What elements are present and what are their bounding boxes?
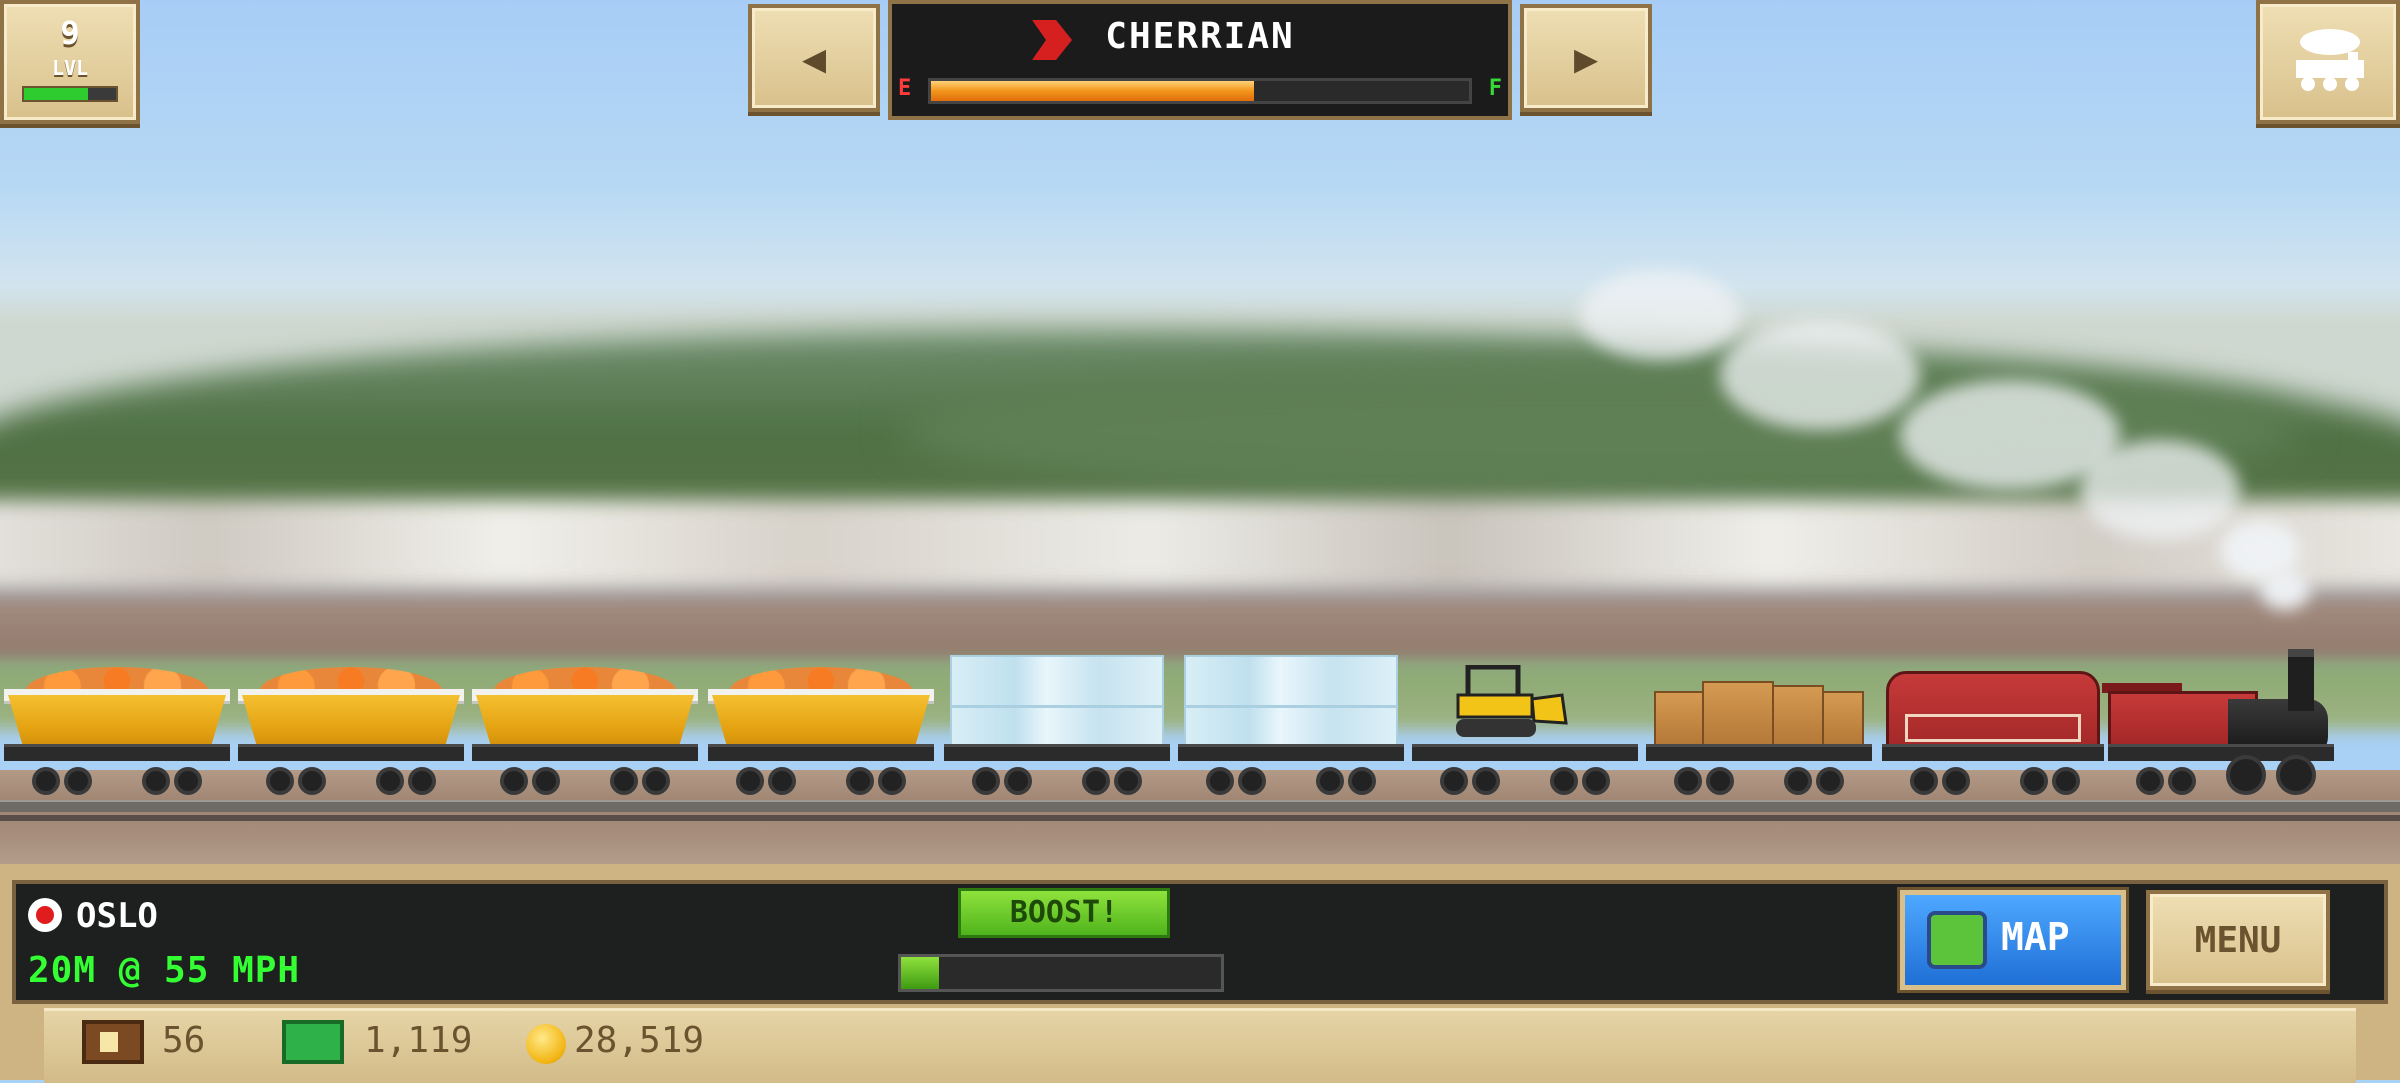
- ore-hopper-car[interactable]: [708, 655, 934, 795]
- destination-station: OSLO: [76, 896, 158, 936]
- trains-button[interactable]: [2256, 0, 2400, 124]
- left-arrow-icon: ◀: [801, 36, 827, 82]
- map-icon: [1927, 911, 1987, 969]
- train-icon: [2296, 29, 2364, 91]
- cliffs-background: [0, 500, 2400, 595]
- distance-speed-readout: 20M @ 55 MPH: [28, 950, 301, 991]
- smoke-puff: [2080, 440, 2240, 540]
- crate-flatcar[interactable]: [1646, 655, 1872, 795]
- coal-tender-car[interactable]: [1882, 655, 2104, 795]
- level-badge[interactable]: 9 LVL: [0, 0, 140, 124]
- train-name-panel: CHERRIAN E F: [888, 0, 1512, 120]
- smoke-puff: [2260, 570, 2310, 610]
- right-arrow-icon: ▶: [1573, 36, 1599, 82]
- prev-train-button[interactable]: ◀: [748, 4, 880, 112]
- level-label: LVL: [51, 56, 89, 80]
- fuel-full-label: F: [1488, 76, 1502, 101]
- crate-icon: [82, 1020, 144, 1064]
- menu-button[interactable]: MENU: [2146, 890, 2330, 990]
- ore-hopper-car[interactable]: [472, 655, 698, 795]
- level-number: 9: [60, 14, 80, 52]
- smoke-puff: [1720, 320, 1920, 430]
- ice-block-car[interactable]: [1178, 655, 1404, 795]
- boost-meter: [898, 954, 1224, 992]
- train-name: CHERRIAN: [1105, 16, 1295, 57]
- ice-block-car[interactable]: [944, 655, 1170, 795]
- fuel-empty-label: E: [898, 76, 912, 101]
- boost-meter-fill: [901, 957, 940, 989]
- level-progress-bar: [22, 86, 118, 102]
- cash-amount: 1,119: [364, 1020, 473, 1061]
- bulldozer-icon: [1456, 665, 1568, 737]
- next-train-button[interactable]: ▶: [1520, 4, 1652, 112]
- map-button-label: MAP: [2001, 915, 2070, 959]
- cash-icon: [282, 1020, 344, 1064]
- fuel-gauge-fill: [931, 81, 1254, 101]
- boost-button[interactable]: BOOST!: [958, 888, 1170, 938]
- station-marker-icon: [28, 898, 62, 932]
- coins-amount: 28,519: [574, 1020, 705, 1061]
- map-button[interactable]: MAP: [1900, 890, 2126, 990]
- ore-hopper-car[interactable]: [238, 655, 464, 795]
- rail-track: [0, 800, 2400, 812]
- smoke-puff: [1580, 270, 1740, 360]
- ore-hopper-car[interactable]: [4, 655, 230, 795]
- train-selector: ◀ CHERRIAN E F ▶: [748, 0, 1652, 124]
- bulldozer-flatcar[interactable]: [1412, 655, 1638, 795]
- rail-sleepers: [0, 815, 2400, 821]
- crates-count: 56: [162, 1020, 206, 1061]
- level-progress-fill: [24, 88, 89, 100]
- coin-icon: [526, 1024, 566, 1064]
- menu-button-label: MENU: [2194, 920, 2282, 961]
- fuel-gauge: [928, 78, 1472, 104]
- steam-locomotive[interactable]: [2102, 649, 2334, 795]
